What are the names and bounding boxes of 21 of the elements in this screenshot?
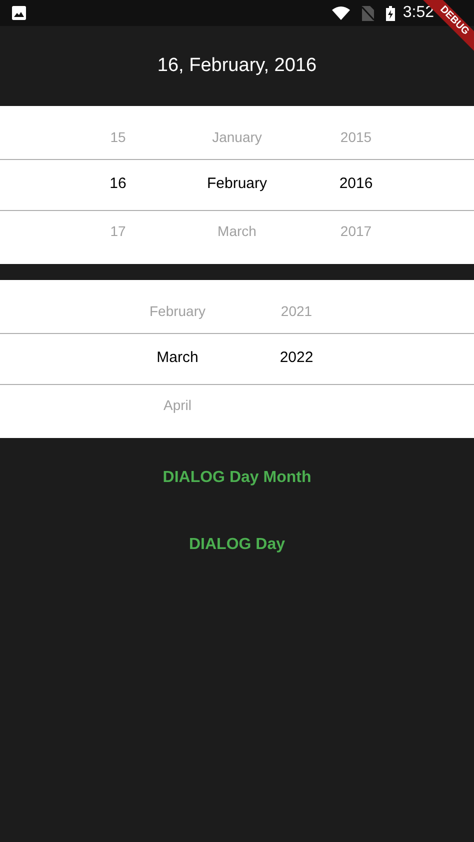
picker-option[interactable]: 15 [110, 127, 126, 148]
picker-option[interactable]: February [206, 173, 268, 196]
picker-option[interactable]: 16 [110, 173, 126, 196]
picker-option[interactable]: February [149, 301, 206, 322]
picker-option[interactable]: April [163, 395, 192, 416]
picker-option[interactable]: 2015 [340, 127, 372, 148]
dialog-button[interactable]: DIALOG Day Month [146, 458, 328, 498]
selected-date-title: 16, February, 2016 [157, 54, 317, 78]
picker-option[interactable]: 17 [110, 221, 126, 242]
battery-charging-icon [386, 6, 395, 20]
image-icon [12, 6, 26, 20]
picker-option[interactable]: 2016 [339, 173, 373, 196]
wifi-icon [332, 6, 350, 20]
picker-option[interactable]: 2022 [280, 347, 314, 370]
dialog-button[interactable]: DIALOG Day [172, 525, 301, 565]
picker-option[interactable]: 2021 [280, 301, 312, 322]
picker-option[interactable]: March [218, 221, 256, 242]
picker-option[interactable]: March [156, 347, 198, 370]
no-sim-icon [362, 6, 374, 20]
picker-option[interactable]: January [212, 127, 262, 148]
picker-option[interactable]: 2017 [340, 221, 372, 242]
